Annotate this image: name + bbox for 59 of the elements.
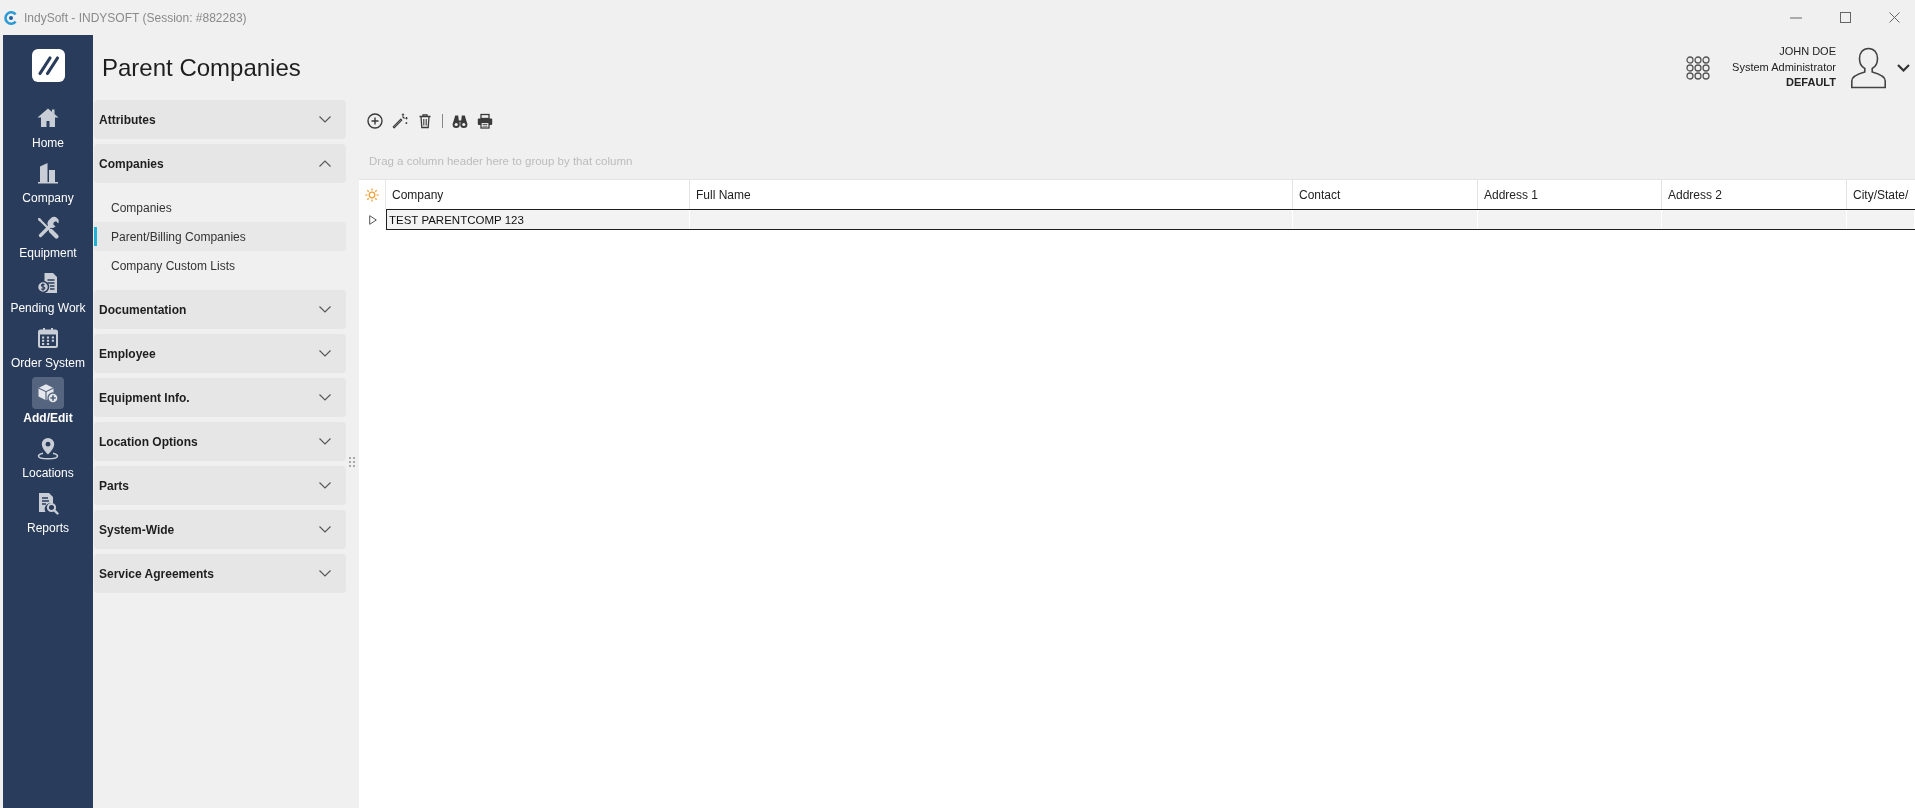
chevron-down-icon [319, 350, 331, 357]
chevron-down-icon[interactable] [1897, 63, 1910, 72]
nav-item[interactable]: Home [3, 100, 93, 155]
apps-grid-icon[interactable] [1686, 55, 1711, 80]
table-row[interactable]: TEST PARENTCOMP 123 [386, 209, 1915, 230]
chevron-down-icon [319, 306, 331, 313]
box-plus-icon [32, 377, 64, 409]
nav-item[interactable]: Locations [3, 430, 93, 485]
binoculars-icon[interactable] [452, 113, 468, 129]
close-icon[interactable] [1889, 12, 1900, 23]
section-header[interactable]: Documentation [94, 290, 346, 329]
buildings-icon [36, 161, 60, 185]
section-header[interactable]: Employee [94, 334, 346, 373]
table-cell: TEST PARENTCOMP 123 [386, 210, 690, 229]
tools-icon [36, 216, 60, 240]
user-role: System Administrator [1732, 59, 1836, 75]
printer-icon[interactable] [477, 113, 493, 129]
add-icon[interactable] [367, 113, 383, 129]
chevron-down-icon [319, 570, 331, 577]
chevron-up-icon [319, 160, 331, 167]
chevron-down-icon [319, 394, 331, 401]
nav-item[interactable]: Pending Work [3, 265, 93, 320]
nav-item[interactable]: Order System [3, 320, 93, 375]
nav-item[interactable]: Equipment [3, 210, 93, 265]
trash-icon[interactable] [417, 113, 433, 129]
invoice-coin-icon [36, 271, 60, 295]
submenu-item[interactable]: Parent/Billing Companies [94, 222, 346, 251]
map-pin-icon [36, 436, 60, 460]
caret-right-icon[interactable] [368, 214, 377, 225]
chevron-down-icon [319, 116, 331, 123]
app-logo-icon [4, 10, 18, 25]
maximize-icon[interactable] [1840, 12, 1851, 23]
nav-item[interactable]: Add/Edit [3, 375, 93, 430]
user-name: JOHN DOE [1779, 44, 1836, 60]
section-header[interactable]: Location Options [94, 422, 346, 461]
user-avatar-icon[interactable] [1850, 46, 1887, 89]
section-header[interactable]: System-Wide [94, 510, 346, 549]
window-title: IndySoft - INDYSOFT (Session: #882283) [24, 10, 247, 25]
column-header[interactable]: City/State/ [1847, 180, 1915, 209]
nav-item[interactable]: Reports [3, 485, 93, 540]
chevron-down-icon [319, 526, 331, 533]
page-title: Parent Companies [102, 53, 301, 82]
splitter-grip-icon[interactable] [349, 457, 355, 467]
magic-wand-icon[interactable] [392, 113, 408, 129]
house-icon [36, 106, 60, 130]
section-header[interactable]: Equipment Info. [94, 378, 346, 417]
submenu-item[interactable]: Company Custom Lists [94, 251, 346, 280]
user-profile: DEFAULT [1786, 75, 1836, 91]
nav-item[interactable]: Company [3, 155, 93, 210]
section-header[interactable]: Parts [94, 466, 346, 505]
section-header[interactable]: Companies [94, 144, 346, 183]
calendar-icon [36, 326, 60, 350]
submenu-item[interactable]: Companies [94, 193, 346, 222]
chevron-down-icon [319, 482, 331, 489]
report-search-icon [36, 491, 60, 515]
chevron-down-icon [319, 438, 331, 445]
section-header[interactable]: Service Agreements [94, 554, 346, 593]
logo-icon [31, 49, 65, 82]
section-header[interactable]: Attributes [94, 100, 346, 139]
